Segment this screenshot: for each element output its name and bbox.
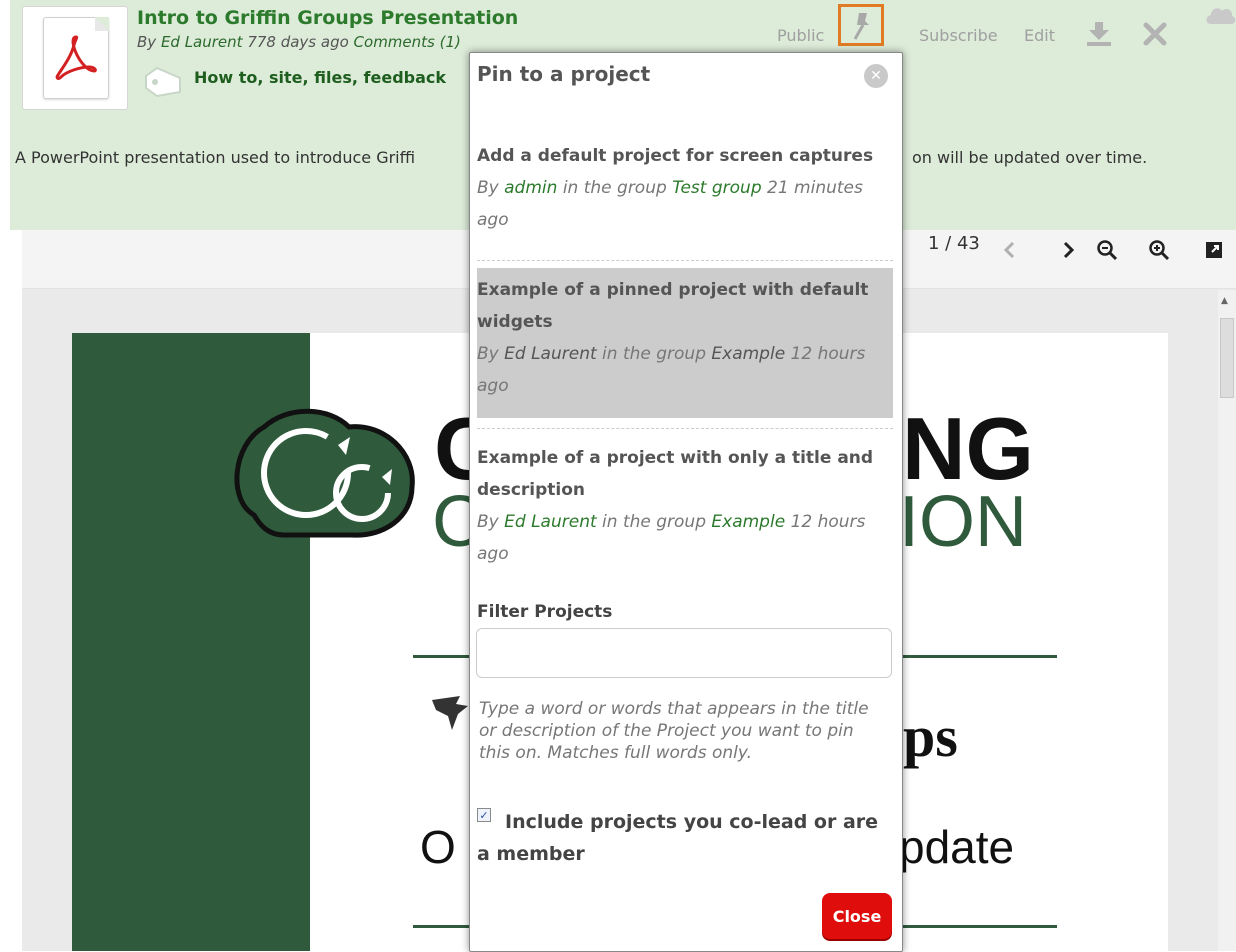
slide-brand-text: ps xyxy=(903,704,958,769)
slide-subheading-right: ION xyxy=(899,482,1028,562)
pin-button[interactable] xyxy=(838,4,884,46)
previous-page-button[interactable] xyxy=(994,236,1024,264)
project-title[interactable]: Example of a pinned project with default… xyxy=(477,274,887,338)
project-group-link[interactable]: Example xyxy=(711,512,785,532)
griffin-icon xyxy=(432,696,468,730)
next-page-button[interactable] xyxy=(1054,236,1084,264)
download-icon[interactable] xyxy=(1084,20,1114,48)
slide-caption-left: O xyxy=(420,821,456,873)
project-title[interactable]: Example of a project with only a title a… xyxy=(477,442,893,506)
meta-in-group: in the group xyxy=(596,344,712,364)
public-label[interactable]: Public xyxy=(777,26,824,45)
fullscreen-button[interactable] xyxy=(1199,236,1229,264)
scroll-up-icon[interactable]: ▲ xyxy=(1221,296,1228,306)
subscribe-button[interactable]: Subscribe xyxy=(919,26,998,45)
comments-link[interactable]: Comments (1) xyxy=(354,33,461,51)
item-tags[interactable]: How to, site, files, feedback xyxy=(194,68,446,87)
cloud-icon[interactable] xyxy=(1205,2,1236,26)
filter-projects-label: Filter Projects xyxy=(477,602,613,622)
project-meta: By admin in the group Test group 21 minu… xyxy=(477,172,893,236)
project-separator xyxy=(477,428,893,429)
dialog-title: Pin to a project xyxy=(477,62,651,86)
tag-icon xyxy=(145,66,181,98)
zoom-out-icon xyxy=(1097,240,1118,261)
scrollbar-thumb[interactable] xyxy=(1220,318,1234,398)
pin-icon xyxy=(853,13,869,40)
include-projects-checkbox[interactable]: ✓ xyxy=(477,808,491,822)
item-title[interactable]: Intro to Griffin Groups Presentation xyxy=(137,7,518,29)
project-separator xyxy=(477,260,893,261)
project-group-link[interactable]: Example xyxy=(711,344,785,364)
meta-in-group: in the group xyxy=(596,512,712,532)
include-projects-label[interactable]: Include projects you co-lead or are a me… xyxy=(477,806,891,870)
project-author-link[interactable]: admin xyxy=(504,178,557,198)
project-author-link[interactable]: Ed Laurent xyxy=(504,344,597,364)
project-meta: By Ed Laurent in the group Example 12 ho… xyxy=(477,506,893,570)
project-item[interactable]: Example of a pinned project with default… xyxy=(477,274,887,402)
project-item[interactable]: Add a default project for screen capture… xyxy=(477,140,893,236)
zoom-in-icon xyxy=(1149,240,1170,261)
edit-button[interactable]: Edit xyxy=(1024,26,1055,45)
item-byline: By Ed Laurent 778 days ago Comments (1) xyxy=(137,33,461,51)
zoom-in-button[interactable] xyxy=(1144,236,1174,264)
filter-help-text: Type a word or words that appears in the… xyxy=(479,699,869,763)
meta-in-group: in the group xyxy=(557,178,673,198)
cc-logo-icon xyxy=(234,408,415,538)
pdf-file-icon[interactable] xyxy=(22,6,128,110)
project-title[interactable]: Add a default project for screen capture… xyxy=(477,140,893,172)
project-author-link[interactable]: Ed Laurent xyxy=(504,512,597,532)
meta-by: By xyxy=(477,178,505,198)
project-group-link[interactable]: Test group xyxy=(672,178,761,198)
author-link[interactable]: Ed Laurent xyxy=(161,33,243,51)
meta-by: By xyxy=(477,344,505,364)
item-description-tail: on will be updated over time. xyxy=(912,148,1148,167)
item-age: 778 days ago xyxy=(242,33,354,51)
meta-by: By xyxy=(477,512,505,532)
byline-prefix: By xyxy=(137,33,161,51)
expand-icon xyxy=(1206,242,1222,258)
delete-icon[interactable] xyxy=(1141,20,1169,48)
page-counter: 1 / 43 xyxy=(928,233,980,254)
project-item[interactable]: Example of a project with only a title a… xyxy=(477,442,893,570)
chevron-right-icon xyxy=(1063,241,1075,259)
project-meta: By Ed Laurent in the group Example 12 ho… xyxy=(477,338,887,402)
filter-projects-input[interactable] xyxy=(476,628,892,678)
chevron-left-icon xyxy=(1003,241,1015,259)
item-description: A PowerPoint presentation used to introd… xyxy=(15,148,416,167)
zoom-out-button[interactable] xyxy=(1092,236,1122,264)
close-button[interactable]: Close xyxy=(822,893,892,939)
close-icon[interactable]: ✕ xyxy=(864,64,888,88)
slide-caption-right: pdate xyxy=(899,821,1015,873)
slide-heading-right: NG xyxy=(902,399,1034,498)
